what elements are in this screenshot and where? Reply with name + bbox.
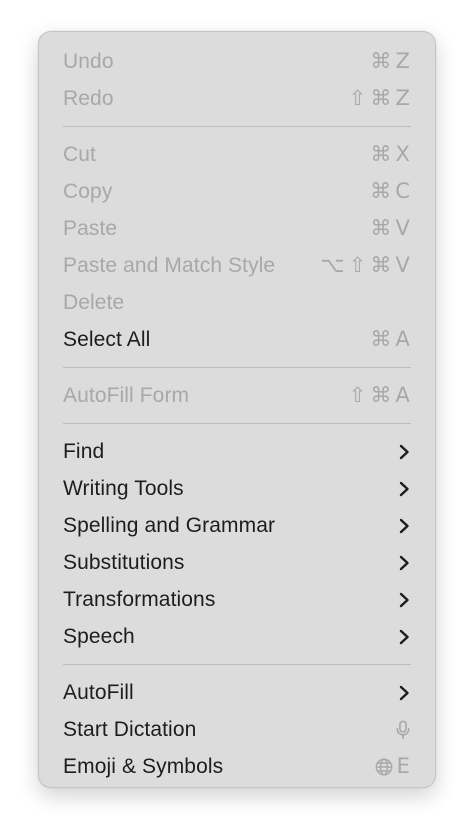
shortcut-key: C [395,179,410,203]
submenu-indicator [399,481,410,497]
submenu-indicator [399,592,410,608]
menu-item-label: Find [63,439,105,463]
menu-item-label: Paste and Match Style [63,253,276,277]
keyboard-shortcut: E [375,756,410,777]
keyboard-shortcut: ⌘ C [370,181,410,202]
menu-separator [63,367,411,368]
keyboard-shortcut: ⌘ A [370,329,410,350]
command-key-icon: ⌘ [370,86,392,110]
menu-separator [63,126,411,127]
command-key-icon: ⌘ [370,142,392,166]
command-key-icon: ⌘ [370,383,392,407]
option-key-icon: ⌥ [320,253,345,277]
menu-item-label: Delete [63,290,125,314]
command-key-icon: ⌘ [370,49,392,73]
menu-item-label: AutoFill Form [63,383,190,407]
chevron-right-icon [399,592,409,607]
keyboard-shortcut: ⇧ ⌘ Z [349,88,410,109]
submenu-indicator [399,444,410,460]
submenu-indicator [399,685,410,701]
menu-item-copy: Copy ⌘ C [51,173,423,210]
command-key-icon: ⌘ [370,216,392,240]
shortcut-key: V [395,253,410,277]
keyboard-shortcut: ⌘ V [370,218,410,239]
keyboard-shortcut: ⌘ Z [370,51,410,72]
menu-item-autofill[interactable]: AutoFill [51,674,423,711]
menu-item-autofill-form: AutoFill Form ⇧ ⌘ A [51,377,423,414]
menu-separator [63,664,411,665]
shortcut-key: X [395,142,410,166]
microphone-icon [396,720,410,739]
submenu-indicator [399,629,410,645]
shift-key-icon: ⇧ [348,86,367,110]
shortcut-key: A [395,327,410,351]
chevron-right-icon [399,481,409,496]
menu-item-delete: Delete [51,284,423,321]
submenu-indicator [399,518,410,534]
menu-item-label: Writing Tools [63,476,184,500]
globe-icon [375,758,393,775]
menu-item-label: AutoFill [63,680,134,704]
menu-item-substitutions[interactable]: Substitutions [51,544,423,581]
submenu-indicator [399,555,410,571]
chevron-right-icon [399,555,409,570]
menu-item-label: Spelling and Grammar [63,513,276,537]
menu-item-redo: Redo ⇧ ⌘ Z [51,80,423,117]
menu-separator [63,423,411,424]
shift-key-icon: ⇧ [348,383,367,407]
menu-item-cut: Cut ⌘ X [51,136,423,173]
keyboard-shortcut: ⌘ X [370,144,410,165]
chevron-right-icon [399,685,409,700]
menu-item-emoji-and-symbols[interactable]: Emoji & Symbols E [51,748,423,785]
shortcut-key: Z [395,49,410,73]
chevron-right-icon [399,518,409,533]
menu-item-label: Copy [63,179,113,203]
shortcut-key: Z [395,86,410,110]
edit-context-menu: Undo ⌘ Z Redo ⇧ ⌘ Z Cut ⌘ X Copy ⌘ C Paste ⌘ V Paste and… [38,31,436,788]
shortcut-key: V [395,216,410,240]
command-key-icon: ⌘ [370,327,392,351]
keyboard-shortcut: ⇧ ⌘ A [349,385,410,406]
menu-item-paste-and-match-style: Paste and Match Style ⌥ ⇧ ⌘ V [51,247,423,284]
shift-key-icon: ⇧ [348,253,367,277]
shortcut-key: A [395,383,410,407]
menu-item-label: Redo [63,86,114,110]
menu-item-label: Substitutions [63,550,185,574]
chevron-right-icon [399,629,409,644]
command-key-icon: ⌘ [370,253,392,277]
menu-item-find[interactable]: Find [51,433,423,470]
command-key-icon: ⌘ [370,179,392,203]
menu-item-label: Emoji & Symbols [63,754,224,778]
keyboard-shortcut [396,720,410,740]
menu-item-label: Transformations [63,587,216,611]
menu-item-label: Select All [63,327,151,351]
menu-item-select-all[interactable]: Select All ⌘ A [51,321,423,358]
menu-item-label: Speech [63,624,135,648]
menu-item-label: Cut [63,142,96,166]
menu-item-spelling-and-grammar[interactable]: Spelling and Grammar [51,507,423,544]
menu-item-paste: Paste ⌘ V [51,210,423,247]
menu-item-undo: Undo ⌘ Z [51,43,423,80]
menu-item-label: Paste [63,216,118,240]
menu-item-writing-tools[interactable]: Writing Tools [51,470,423,507]
menu-item-start-dictation[interactable]: Start Dictation [51,711,423,748]
shortcut-key: E [396,754,410,778]
chevron-right-icon [399,444,409,459]
menu-item-label: Undo [63,49,114,73]
menu-item-speech[interactable]: Speech [51,618,423,655]
menu-item-transformations[interactable]: Transformations [51,581,423,618]
keyboard-shortcut: ⌥ ⇧ ⌘ V [320,255,410,276]
menu-item-label: Start Dictation [63,717,197,741]
